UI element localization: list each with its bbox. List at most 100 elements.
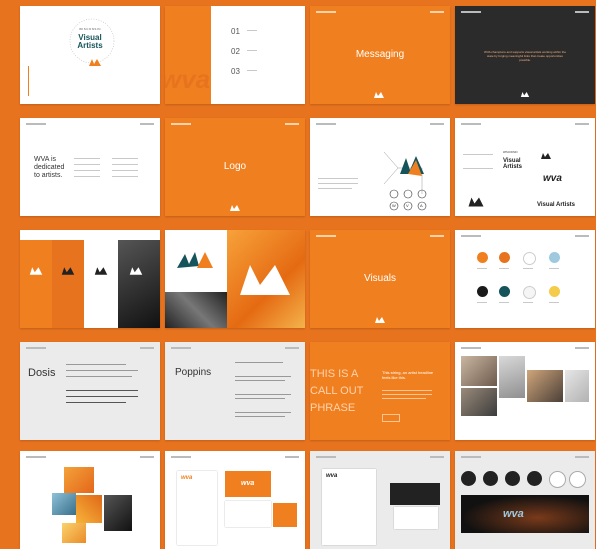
callout-button[interactable] xyxy=(382,414,400,422)
slide-type-poppins[interactable]: Poppins xyxy=(165,342,305,440)
swatch-caption xyxy=(499,302,509,303)
business-card-back xyxy=(225,501,271,527)
body-copy-line xyxy=(74,158,100,159)
section-title-logo: Logo xyxy=(223,161,247,172)
slide-logo-variants[interactable]: WISCONSIN Visual Artists wva Visual Arti… xyxy=(455,118,595,216)
section-title-visuals: Visuals xyxy=(363,273,397,284)
collage-bw-texture xyxy=(165,292,227,328)
section-title-messaging: Messaging xyxy=(355,49,405,60)
swatch-caption xyxy=(499,268,509,269)
specimen-line xyxy=(235,412,291,413)
swatch-caption xyxy=(523,302,533,303)
slide-header xyxy=(461,11,589,14)
slide-header xyxy=(171,456,299,459)
slide-texture-board[interactable] xyxy=(20,451,160,549)
specimen-line xyxy=(235,362,283,363)
texture-orange-2 xyxy=(76,495,102,523)
slide-type-dosis[interactable]: Dosis xyxy=(20,342,160,440)
mission-text: WVA champions and supports visual artist… xyxy=(484,50,566,62)
swatch-orange xyxy=(477,252,488,263)
specimen-line xyxy=(235,398,285,399)
social-avatar-5 xyxy=(549,471,566,488)
swatch-blue xyxy=(549,252,560,263)
wva-hand-mark-icon xyxy=(89,59,101,66)
social-avatar-2 xyxy=(483,471,498,486)
slide-header xyxy=(461,235,589,238)
slide-table-of-contents[interactable]: wva 01 02 03 xyxy=(165,6,305,104)
photo-gallery-5 xyxy=(461,388,497,416)
logo-variant-line xyxy=(463,168,493,169)
texture-yellow xyxy=(62,523,86,543)
toc-list-line xyxy=(247,50,257,51)
type-title-poppins: Poppins xyxy=(175,367,212,378)
slide-color-palette[interactable] xyxy=(455,230,595,328)
callout-body-line xyxy=(382,398,426,399)
logo-variant-brand-title-wide: Visual Artists xyxy=(537,202,576,208)
body-copy-line xyxy=(112,170,138,171)
wva-hand-mark-icon xyxy=(230,205,240,211)
slide-envelope[interactable]: wva xyxy=(310,451,450,549)
circle-letter-w: W xyxy=(392,203,396,208)
slide-color-panels[interactable] xyxy=(20,230,160,328)
swatch-caption xyxy=(523,268,533,269)
panel-orange xyxy=(20,240,52,328)
swatch-black xyxy=(477,286,488,297)
social-avatar-1 xyxy=(461,471,476,486)
toc-number-3: 03 xyxy=(231,67,240,76)
slide-header xyxy=(316,123,444,126)
slide-callout[interactable]: THIS IS A CALL OUT PHRASE This string, a… xyxy=(310,342,450,440)
wva-hand-mark-icon xyxy=(129,267,143,275)
toc-number-1: 01 xyxy=(231,27,240,36)
slide-mission[interactable]: WVA champions and supports visual artist… xyxy=(455,6,595,104)
toc-monogram: wva xyxy=(165,64,211,94)
social-avatar-6 xyxy=(569,471,586,488)
logo-variant-monogram: wva xyxy=(543,173,562,184)
panel-white xyxy=(84,240,118,328)
dedicated-heading: WVA is dedicated to artists. xyxy=(34,156,65,179)
wva-hand-mark-icon xyxy=(374,92,384,98)
cover-brand-top: WISCONSIN xyxy=(79,27,101,31)
specimen-line xyxy=(235,394,291,395)
logo-variant-line xyxy=(463,154,493,155)
photo-gallery-3 xyxy=(527,370,563,402)
slide-section-visuals[interactable]: Visuals xyxy=(310,230,450,328)
slide-section-messaging[interactable]: Messaging xyxy=(310,6,450,104)
wva-hand-mark-icon xyxy=(94,267,108,275)
social-avatar-3 xyxy=(505,471,520,486)
swatch-white xyxy=(523,252,536,265)
photo-gallery-2 xyxy=(499,356,525,398)
body-copy-line xyxy=(74,176,100,177)
slide-social-assets[interactable]: wva xyxy=(455,451,595,549)
texture-orange-1 xyxy=(64,467,94,493)
slide-dedicated[interactable]: WVA is dedicated to artists. xyxy=(20,118,160,216)
wva-hand-mark-icon xyxy=(177,252,213,268)
callout-body-line xyxy=(382,390,432,391)
body-copy-line xyxy=(112,164,138,165)
specimen-line xyxy=(66,370,138,371)
callout-orange-note: This string, an artist headline feels li… xyxy=(382,370,434,380)
body-copy-line xyxy=(74,164,100,165)
swatch-caption xyxy=(477,268,487,269)
specimen-line xyxy=(66,376,132,377)
body-copy-line xyxy=(112,158,138,159)
slide-header xyxy=(461,347,589,350)
body-copy-line xyxy=(318,178,358,179)
toc-list-line xyxy=(247,70,257,71)
social-avatar-4 xyxy=(527,471,542,486)
specimen-line xyxy=(66,364,126,365)
wva-hand-mark-icon xyxy=(520,92,530,97)
specimen-line xyxy=(235,416,285,417)
slide-section-logo[interactable]: Logo xyxy=(165,118,305,216)
slide-logo-construction[interactable]: W V A xyxy=(310,118,450,216)
slide-gallery-photos[interactable] xyxy=(455,342,595,440)
swatch-caption xyxy=(477,302,487,303)
logo-variant-brand-title: Visual Artists xyxy=(503,158,523,170)
panel-photo-dark xyxy=(118,240,160,328)
swatch-light xyxy=(523,286,536,299)
slide-stationery[interactable]: wva wva xyxy=(165,451,305,549)
social-banner xyxy=(461,495,589,533)
slide-cover[interactable]: WISCONSIN Visual Artists xyxy=(20,6,160,104)
body-copy-line xyxy=(112,176,138,177)
slide-visuals-collage[interactable] xyxy=(165,230,305,328)
logo-variant-brand-top: WISCONSIN xyxy=(503,151,518,154)
